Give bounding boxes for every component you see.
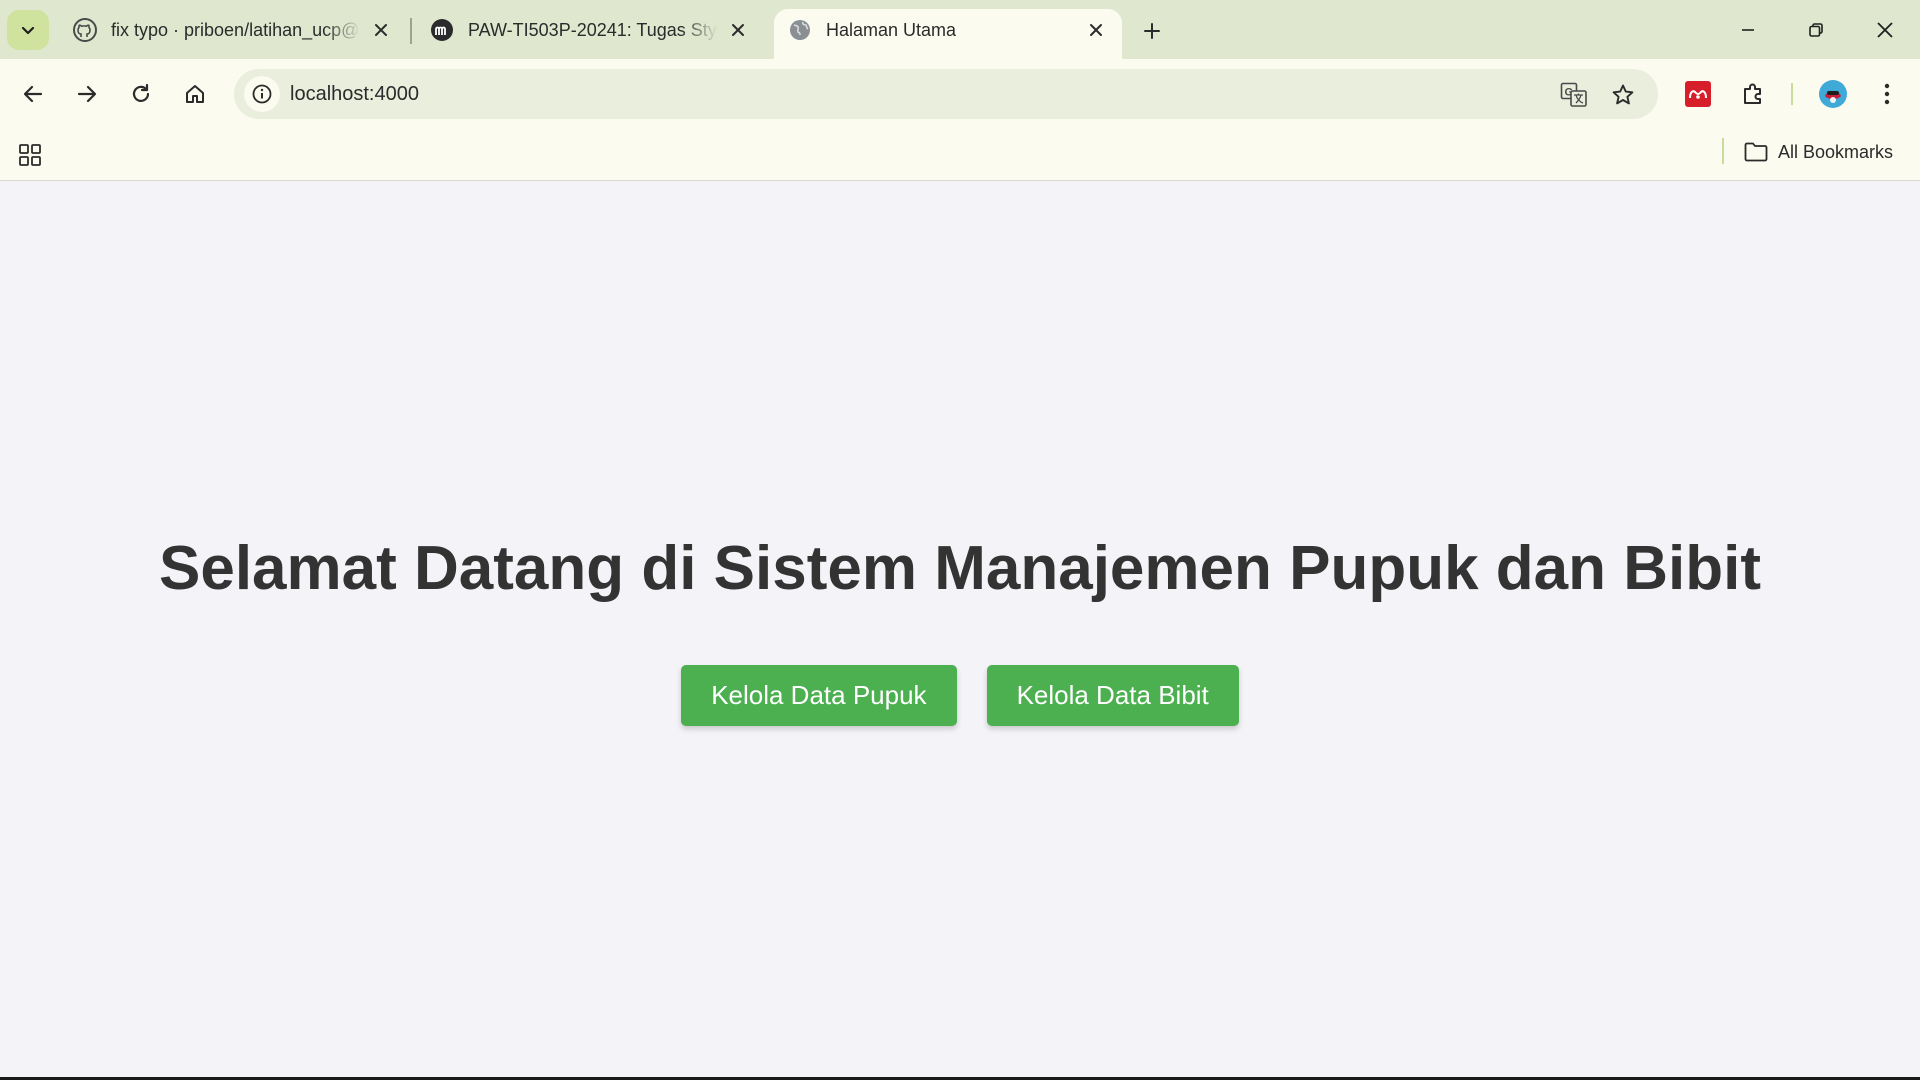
home-button[interactable] xyxy=(175,74,215,114)
bookmarks-separator xyxy=(1722,138,1724,164)
tab-title: Halaman Utama xyxy=(826,19,957,40)
close-window-button[interactable] xyxy=(1857,8,1913,52)
chevron-down-icon xyxy=(21,26,35,35)
moodle-icon xyxy=(430,18,454,42)
url-text[interactable]: localhost:4000 xyxy=(290,83,419,106)
action-buttons: Kelola Data Pupuk Kelola Data Bibit xyxy=(0,665,1920,726)
folder-icon xyxy=(1744,142,1768,162)
translate-button[interactable]: G xyxy=(1558,79,1590,111)
apps-button[interactable] xyxy=(14,139,46,171)
bookmarks-bar: All Bookmarks xyxy=(0,129,1920,181)
extension-mendeley-button[interactable] xyxy=(1678,74,1718,114)
close-icon xyxy=(1090,24,1102,36)
close-icon xyxy=(375,24,387,36)
toolbar-separator xyxy=(1791,83,1793,105)
globe-icon xyxy=(788,18,812,42)
star-icon xyxy=(1612,84,1634,105)
page-viewport: Selamat Datang di Sistem Manajemen Pupuk… xyxy=(0,181,1920,1078)
page-title: Selamat Datang di Sistem Manajemen Pupuk… xyxy=(158,534,1761,603)
close-icon xyxy=(732,24,744,36)
new-tab-button[interactable] xyxy=(1135,14,1169,48)
all-bookmarks-button[interactable]: All Bookmarks xyxy=(1744,137,1893,167)
tab-active[interactable]: Halaman Utama xyxy=(774,9,1122,59)
mendeley-icon xyxy=(1685,81,1711,107)
close-tab-button[interactable] xyxy=(367,16,395,44)
close-tab-button[interactable] xyxy=(724,16,752,44)
all-bookmarks-label: All Bookmarks xyxy=(1778,141,1894,162)
tab-github[interactable]: fix typo · priboen/latihan_ucp@ xyxy=(59,10,407,50)
tab-title: fix typo · priboen/latihan_ucp@ xyxy=(111,19,360,40)
kebab-menu-icon xyxy=(1884,83,1890,105)
bookmark-star-button[interactable] xyxy=(1607,79,1639,111)
translate-icon: G xyxy=(1560,82,1587,107)
address-bar[interactable]: localhost:4000 G xyxy=(234,69,1658,119)
restore-icon xyxy=(1809,23,1823,37)
site-info-button[interactable] xyxy=(244,76,280,112)
arrow-right-icon xyxy=(77,85,97,103)
arrow-left-icon xyxy=(23,85,43,103)
tab-title: PAW-TI503P-20241: Tugas Styling xyxy=(468,19,718,40)
reload-icon xyxy=(132,83,150,102)
forward-button[interactable] xyxy=(67,74,107,114)
plus-icon xyxy=(1144,23,1160,39)
profile-avatar-button[interactable] xyxy=(1813,74,1853,114)
restore-button[interactable] xyxy=(1788,8,1844,52)
avatar-icon xyxy=(1819,80,1847,108)
tab-search-button[interactable] xyxy=(7,10,49,50)
close-tab-button[interactable] xyxy=(1082,16,1110,44)
reload-button[interactable] xyxy=(121,74,161,114)
tab-strip: fix typo · priboen/latihan_ucp@ PAW-TI50… xyxy=(0,0,1920,59)
extensions-button[interactable] xyxy=(1733,74,1773,114)
github-icon xyxy=(73,18,97,42)
minimize-button[interactable] xyxy=(1720,8,1776,52)
info-icon xyxy=(252,84,272,104)
browser-toolbar: localhost:4000 G xyxy=(0,59,1920,129)
kelola-data-pupuk-button[interactable]: Kelola Data Pupuk xyxy=(681,665,957,726)
minimize-icon xyxy=(1742,29,1754,31)
back-button[interactable] xyxy=(13,74,53,114)
browser-window: fix typo · priboen/latihan_ucp@ PAW-TI50… xyxy=(0,0,1920,1080)
browser-menu-button[interactable] xyxy=(1867,74,1907,114)
kelola-data-bibit-button[interactable]: Kelola Data Bibit xyxy=(986,665,1239,726)
puzzle-icon xyxy=(1744,83,1761,104)
home-icon xyxy=(186,85,204,103)
close-icon xyxy=(1877,22,1893,38)
tab-separator xyxy=(410,18,412,44)
apps-grid-icon xyxy=(19,144,41,166)
tab-moodle[interactable]: PAW-TI503P-20241: Tugas Styling xyxy=(416,10,764,50)
